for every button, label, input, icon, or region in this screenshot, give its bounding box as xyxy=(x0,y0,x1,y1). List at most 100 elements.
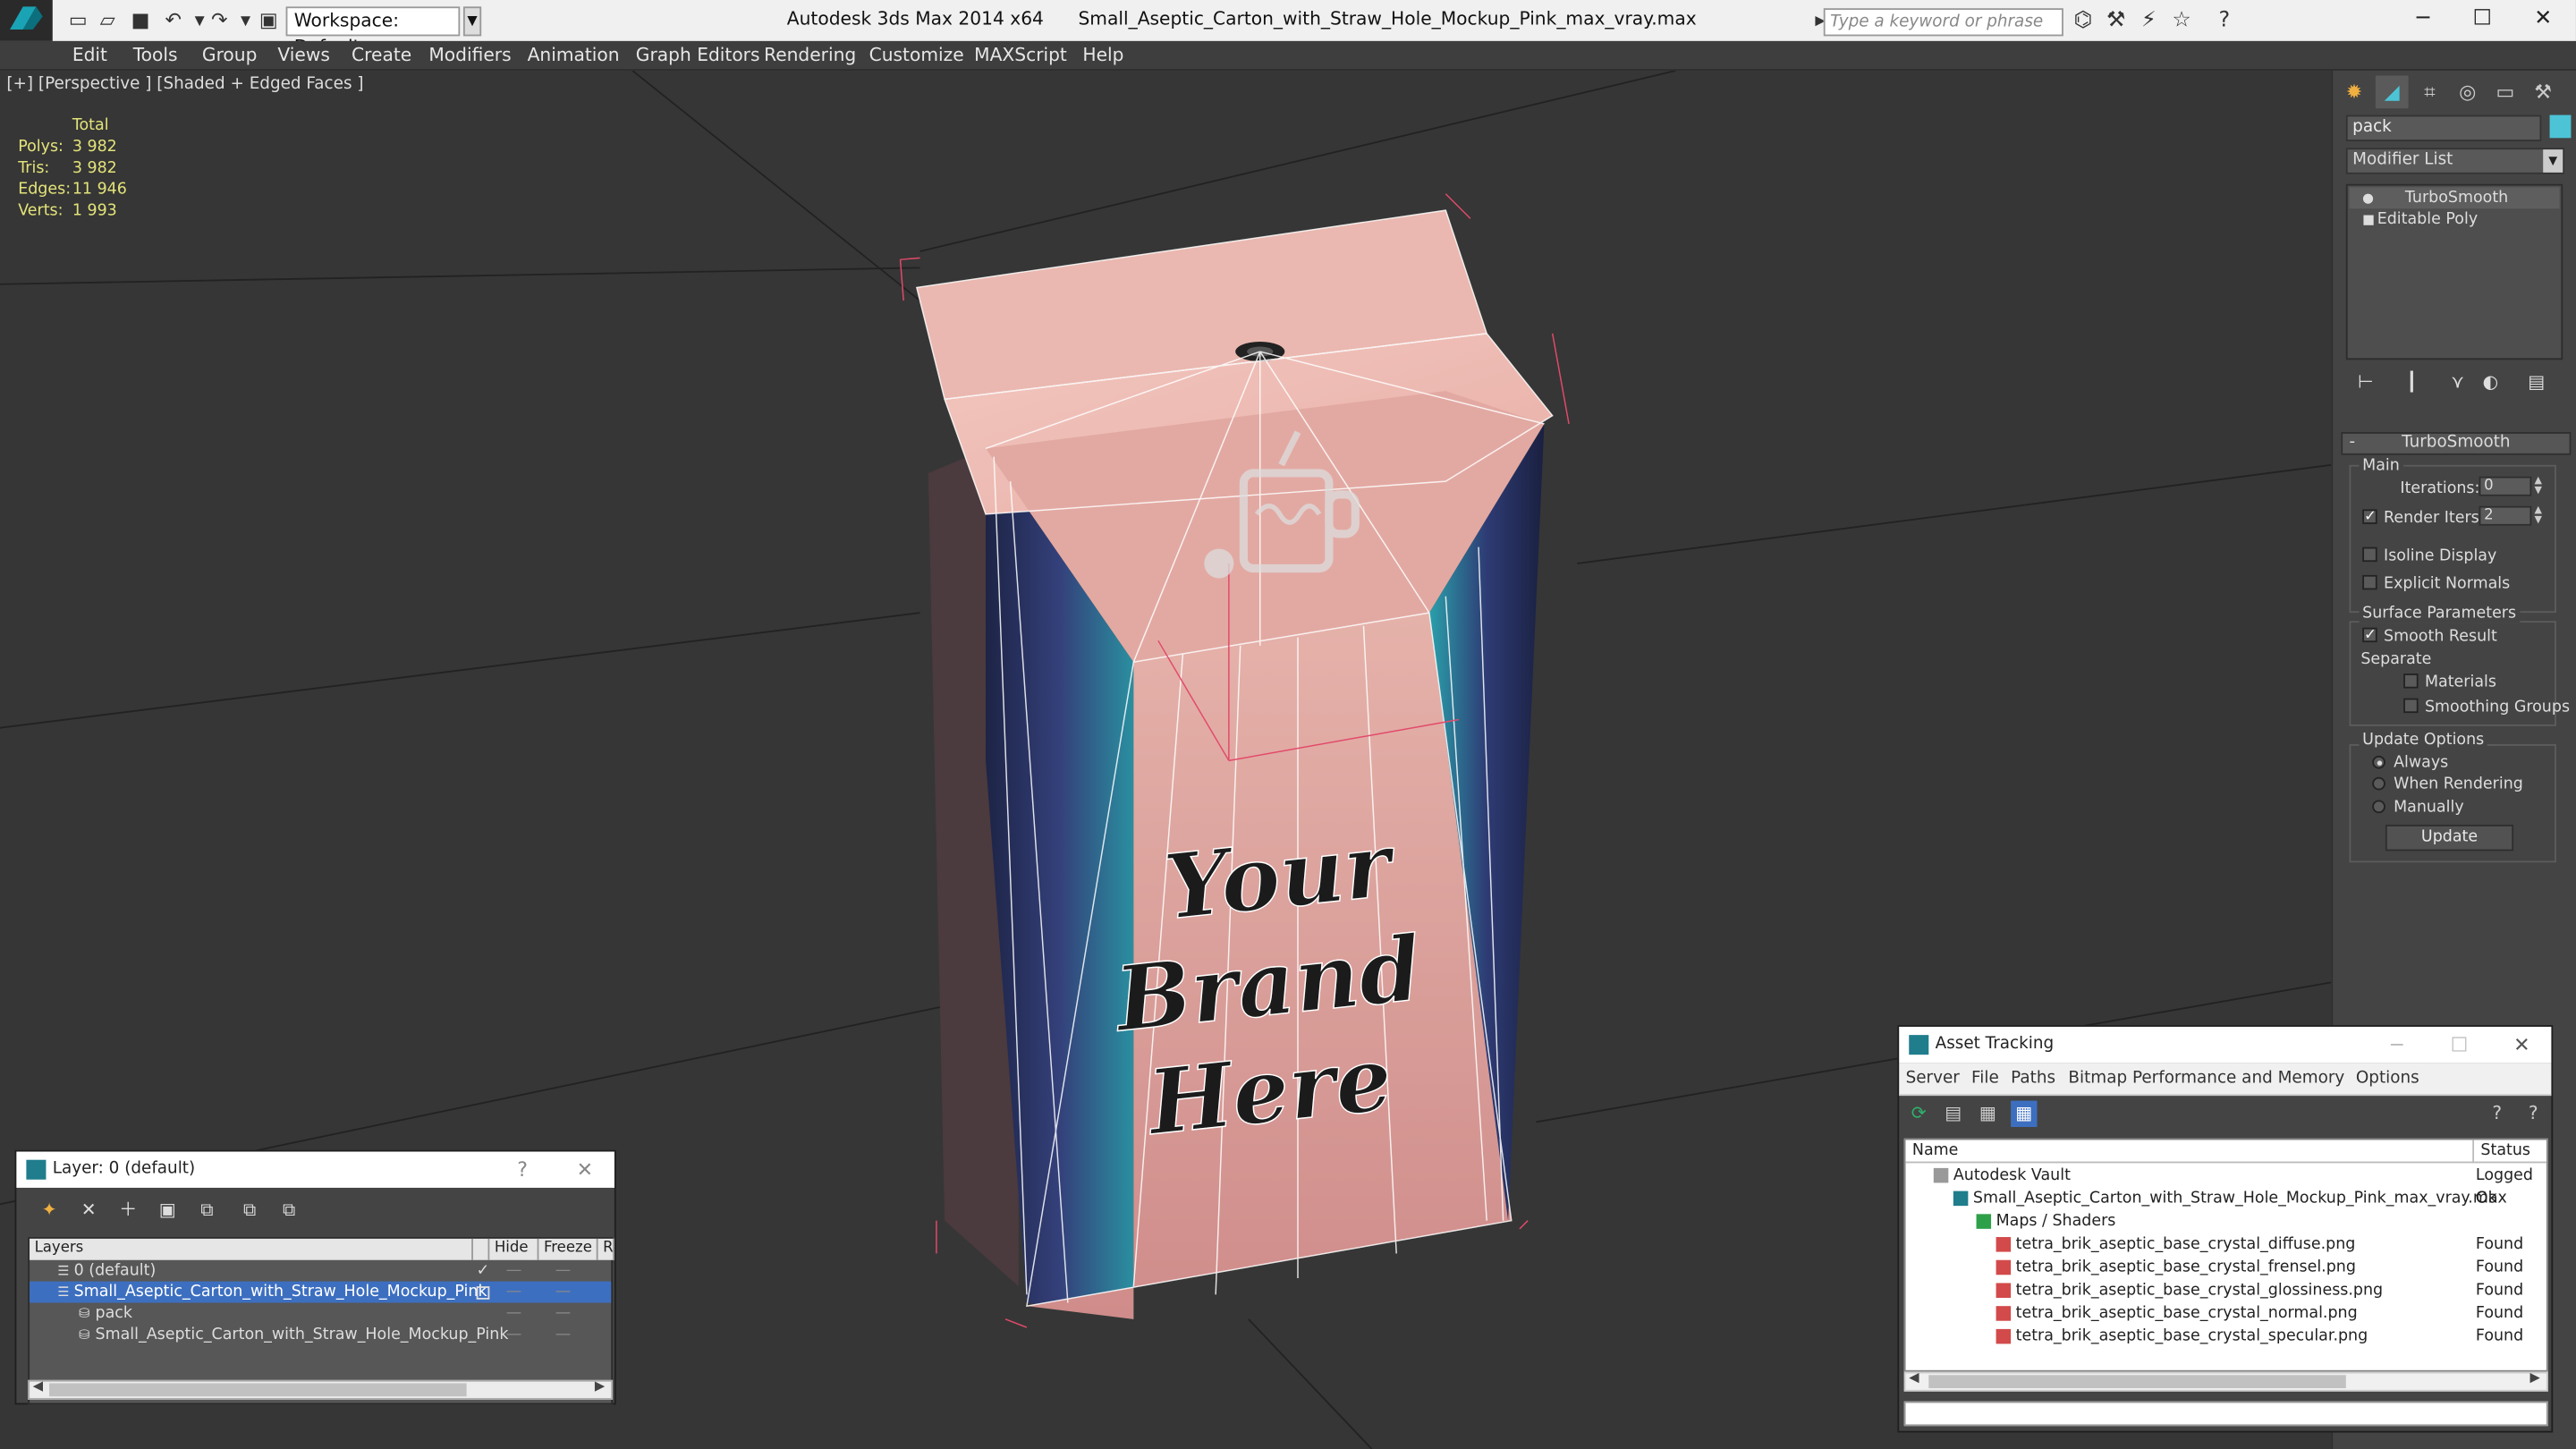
list-view-icon[interactable]: ▤ xyxy=(1940,1101,1966,1127)
col-status[interactable]: Status xyxy=(2474,1140,2546,1164)
make-unique-icon[interactable]: ⋎ xyxy=(2445,371,2470,397)
col-hide[interactable]: Hide xyxy=(489,1238,539,1260)
explicit-normals-checkbox[interactable] xyxy=(2362,574,2377,590)
lightbulb-icon[interactable]: ● xyxy=(2362,187,2374,208)
search-input[interactable]: Type a keyword or phrase xyxy=(1823,8,2063,37)
menu-maxscript[interactable]: MAXScript xyxy=(974,45,1067,66)
help-icon[interactable]: ? xyxy=(2211,8,2237,34)
freeze-toggle[interactable]: — xyxy=(555,1324,571,1345)
asset-horizontal-scrollbar[interactable]: ◀ ▶ xyxy=(1903,1370,2548,1392)
freeze-toggle[interactable]: — xyxy=(555,1303,571,1325)
update-manually-radio[interactable] xyxy=(2372,800,2385,814)
chevron-down-icon[interactable]: ▼ xyxy=(462,6,482,37)
display-tab-icon[interactable]: ▭ xyxy=(2489,75,2522,108)
carton-model[interactable]: Your Brand Here xyxy=(899,193,1570,1328)
active-layer-check-icon[interactable]: ✓ xyxy=(477,1260,490,1282)
help-icon[interactable]: ? xyxy=(2484,1101,2510,1127)
menu-animation[interactable]: Animation xyxy=(528,45,620,66)
minimize-button[interactable]: ─ xyxy=(2399,5,2448,38)
app-logo-icon[interactable] xyxy=(0,0,53,41)
redo-icon[interactable]: ↷ xyxy=(207,8,232,31)
asset-row[interactable]: Maps / Shaders xyxy=(1906,1211,2546,1234)
freeze-toggle[interactable]: — xyxy=(555,1260,571,1282)
menu-graph-editors[interactable]: Graph Editors xyxy=(636,45,760,66)
viewport-label[interactable]: [+] [Perspective ] [Shaded + Edged Faces… xyxy=(6,75,363,93)
refresh-icon[interactable]: ⟳ xyxy=(1906,1101,1932,1127)
freeze-toggle[interactable]: — xyxy=(555,1282,571,1303)
col-render[interactable]: R xyxy=(597,1238,614,1260)
asset-menu-options[interactable]: Options xyxy=(2356,1070,2419,1088)
scroll-left-icon[interactable]: ◀ xyxy=(33,1378,43,1394)
hide-toggle[interactable]: — xyxy=(506,1303,521,1325)
update-button[interactable]: Update xyxy=(2385,825,2514,852)
hide-toggle[interactable]: — xyxy=(506,1282,521,1303)
asset-row[interactable]: tetra_brik_aseptic_base_crystal_specular… xyxy=(1906,1326,2546,1349)
menu-views[interactable]: Views xyxy=(277,45,329,66)
col-name[interactable]: Name xyxy=(1905,1140,2475,1164)
pin-stack-icon[interactable]: ⊢ xyxy=(2352,371,2378,397)
iterations-spinner[interactable]: 0 xyxy=(2479,476,2532,496)
spinner-arrows-icon[interactable]: ▲ ▼ xyxy=(2531,505,2545,526)
chevron-down-icon[interactable]: ▼ xyxy=(2543,149,2563,173)
turbosmooth-rollout-header[interactable]: TurboSmooth xyxy=(2341,432,2572,455)
asset-row[interactable]: tetra_brik_aseptic_base_crystal_normal.p… xyxy=(1906,1303,2546,1326)
menu-group[interactable]: Group xyxy=(202,45,258,66)
hide-all-icon[interactable]: ⧉ xyxy=(236,1198,262,1224)
update-rendering-radio[interactable] xyxy=(2372,776,2385,791)
hide-toggle[interactable]: — xyxy=(506,1324,521,1345)
layer-horizontal-scrollbar[interactable]: ◀ ▶ xyxy=(28,1378,614,1400)
thumbnail-view-icon[interactable]: ▦ xyxy=(1975,1101,2001,1127)
new-file-icon[interactable]: ▭ xyxy=(65,8,90,31)
utilities-tab-icon[interactable]: ⚒ xyxy=(2527,75,2560,108)
new-layer-icon[interactable]: ✦ xyxy=(36,1198,62,1224)
open-file-icon[interactable]: ▱ xyxy=(96,8,121,31)
layer-row[interactable]: ☰ 0 (default) ✓ — — xyxy=(30,1260,611,1282)
layer-object-row[interactable]: ⛁ pack — — xyxy=(30,1303,611,1325)
communication-icon[interactable]: ⚡ xyxy=(2136,8,2162,34)
minimize-button[interactable]: ─ xyxy=(2377,1030,2417,1060)
freeze-all-icon[interactable]: ⧉ xyxy=(276,1198,302,1224)
asset-row[interactable]: Small_Aseptic_Carton_with_Straw_Hole_Moc… xyxy=(1906,1188,2546,1211)
workspace-select[interactable]: Workspace: Default xyxy=(285,6,461,57)
smooth-result-checkbox[interactable]: ✓ xyxy=(2362,627,2377,643)
scroll-left-icon[interactable]: ◀ xyxy=(1909,1370,1919,1385)
menu-help[interactable]: Help xyxy=(1082,45,1123,66)
update-always-radio[interactable] xyxy=(2372,755,2385,769)
object-name-input[interactable]: pack xyxy=(2345,114,2542,141)
stack-item-editable-poly[interactable]: ■ Editable Poly xyxy=(2349,208,2559,230)
layer-row-selected[interactable]: ☰ Small_Aseptic_Carton_with_Straw_Hole_M… xyxy=(30,1281,612,1303)
redo-dropdown-icon[interactable]: ▾ xyxy=(233,8,258,31)
modifier-list-select[interactable]: Modifier List xyxy=(2345,148,2565,174)
smoothing-groups-checkbox[interactable] xyxy=(2403,698,2419,714)
asset-row[interactable]: tetra_brik_aseptic_base_crystal_frensel.… xyxy=(1906,1257,2546,1280)
asset-row[interactable]: Autodesk Vault Logged C xyxy=(1906,1165,2546,1208)
show-end-result-icon[interactable]: ┃ xyxy=(2399,371,2425,397)
isoline-display-checkbox[interactable] xyxy=(2362,547,2377,563)
spinner-arrows-icon[interactable]: ▲ ▼ xyxy=(2531,476,2545,496)
configure-sets-icon[interactable]: ▤ xyxy=(2523,371,2549,397)
stack-item-turbosmooth[interactable]: ● TurboSmooth xyxy=(2349,187,2560,209)
hierarchy-tab-icon[interactable]: ⌗ xyxy=(2413,75,2446,108)
modify-tab-icon[interactable]: ◢ xyxy=(2375,75,2409,109)
remove-modifier-icon[interactable]: ◐ xyxy=(2478,371,2504,397)
asset-menu-file[interactable]: File xyxy=(1971,1070,1999,1088)
scroll-thumb[interactable] xyxy=(49,1383,467,1397)
scroll-right-icon[interactable]: ▶ xyxy=(2530,1370,2540,1385)
render-iters-checkbox[interactable]: ✓ xyxy=(2362,509,2377,525)
hide-toggle[interactable]: — xyxy=(506,1260,521,1282)
scroll-right-icon[interactable]: ▶ xyxy=(595,1378,605,1394)
undo-icon[interactable]: ↶ xyxy=(161,8,186,31)
set-active-box[interactable] xyxy=(476,1286,490,1300)
asset-menu-paths[interactable]: Paths xyxy=(2011,1070,2055,1088)
help-context-icon[interactable]: ? xyxy=(2520,1101,2546,1127)
menu-edit[interactable]: Edit xyxy=(72,45,107,66)
asset-menu-bitmap[interactable]: Bitmap Performance and Memory xyxy=(2068,1070,2344,1088)
asset-menu-server[interactable]: Server xyxy=(1906,1070,1960,1088)
favorites-star-icon[interactable]: ☆ xyxy=(2168,8,2194,34)
close-button[interactable]: ✕ xyxy=(2502,1030,2541,1060)
scroll-thumb[interactable] xyxy=(1928,1375,2346,1389)
menu-rendering[interactable]: Rendering xyxy=(764,45,856,66)
subscription-icon[interactable]: ⚒ xyxy=(2103,8,2129,34)
materials-checkbox[interactable] xyxy=(2403,674,2419,689)
menu-create[interactable]: Create xyxy=(352,45,411,66)
